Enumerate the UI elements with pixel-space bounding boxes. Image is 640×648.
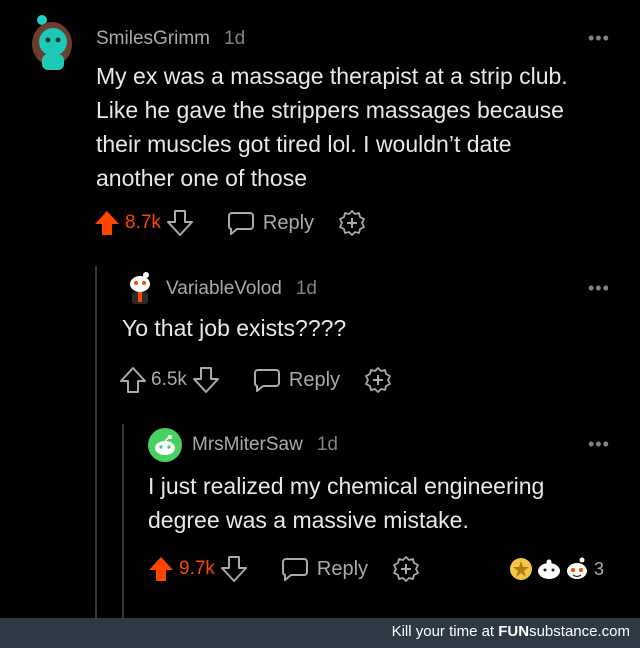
snoo-avatar-icon [155,435,175,455]
vote-count: 9.7k [179,558,215,579]
award-count: 3 [594,558,605,579]
upvote-arrow-icon[interactable] [94,209,120,237]
username[interactable]: MrsMiterSaw [192,434,303,456]
comment-line: I just realized my chemical engineering [148,473,545,499]
avatar[interactable] [22,12,78,72]
vote-group: 9.7k [148,555,247,583]
snoo-avatar-icon [32,15,72,70]
footer-watermark: Kill your time at FUNsubstance.com [392,623,630,640]
comment-body: My ex was a massage therapist at a strip… [96,59,616,195]
reply-button[interactable]: Reply [253,367,340,393]
footer-brand-bold: FUN [498,623,530,640]
username[interactable]: VariableVolod [166,278,282,300]
comment-line: Yo that job exists???? [122,315,347,341]
award-button[interactable] [338,209,366,237]
avatar[interactable] [148,428,182,462]
award-button[interactable] [392,555,420,583]
reply-label: Reply [288,368,341,391]
reply-bubble-icon [281,556,309,582]
footer-bar: Kill your time at FUNsubstance.com [0,618,640,648]
vote-group: 8.7k [94,209,193,237]
comment-age: 1d [224,28,246,49]
username[interactable]: SmilesGrimm [96,28,210,50]
reply-bubble-icon [227,210,255,236]
vote-count: 8.7k [125,212,161,233]
reply-label: Reply [316,557,369,580]
footer-prefix: Kill your time at [391,623,499,640]
comment-line: degree was a massive mistake. [148,507,469,533]
award-button[interactable] [364,366,392,394]
star-award-icon [508,556,534,582]
upvote-arrow-icon[interactable] [148,555,174,583]
comment-line: Like he gave the strippers massages beca… [96,97,564,123]
comment-body: I just realized my chemical engineering … [148,469,608,537]
award-plus-icon [338,209,366,237]
thread-line[interactable] [95,266,97,618]
downvote-arrow-icon[interactable] [192,366,219,394]
award-plus-icon [392,555,420,583]
comment-line: My ex was a massage therapist at a strip… [96,63,568,89]
footer-suffix: .com [597,623,630,640]
thread-line[interactable] [122,424,124,618]
reply-label: Reply [262,211,315,234]
upvote-arrow-icon[interactable] [120,366,146,394]
footer-brand-rest: substance [529,623,598,640]
more-options-icon[interactable]: ••• [588,434,610,455]
comment-actions: 9.7k Reply [148,555,420,583]
comment-age: 1d [295,278,317,299]
vote-group: 6.5k [120,366,219,394]
downvote-arrow-icon[interactable] [166,209,193,237]
comment-body: Yo that job exists???? [122,311,602,345]
reply-button[interactable]: Reply [281,556,368,582]
more-options-icon[interactable]: ••• [588,28,610,49]
downvote-arrow-icon[interactable] [220,555,247,583]
vote-count: 6.5k [151,369,187,390]
snoo-award-icon [564,556,590,582]
comment-actions: 6.5k Reply [120,366,392,394]
reply-button[interactable]: Reply [227,210,314,236]
more-options-icon[interactable]: ••• [588,278,610,299]
awards-group[interactable]: 3 [508,556,604,582]
comment-actions: 8.7k Reply [94,209,366,237]
avatar[interactable] [122,270,158,306]
comment-age: 1d [316,434,338,455]
reply-bubble-icon [253,367,281,393]
wholesome-award-icon [536,556,562,582]
comment-line: their muscles got tired lol. I wouldn’t … [96,131,512,157]
award-plus-icon [364,366,392,394]
comment-line: another one of those [96,165,307,191]
snoo-avatar-icon [130,272,150,304]
